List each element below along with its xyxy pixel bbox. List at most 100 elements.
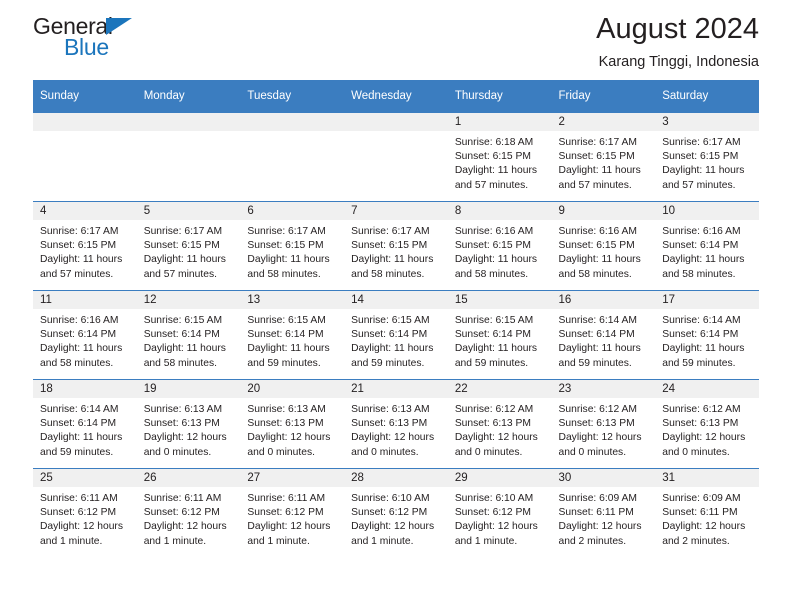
day-detail-line: Daylight: 11 hours xyxy=(454,165,538,177)
day-number: 5 xyxy=(136,202,241,220)
calendar-day-cell[interactable]: 26 Sunrise: 6:11 AM Sunset: 6:12 PM Dayligh… xyxy=(136,468,241,557)
calendar-day-cell[interactable]: 25 Sunrise: 6:11 AM Sunset: 6:12 PM Dayligh… xyxy=(33,468,137,557)
day-number: 2 xyxy=(551,113,656,131)
day-detail-line: Sunrise: 6:11 AM xyxy=(247,493,326,504)
day-detail-line: and 1 minute. xyxy=(247,535,310,547)
day-detail-line: Sunrise: 6:13 AM xyxy=(351,404,430,415)
day-detail-line: Sunrise: 6:12 AM xyxy=(662,404,741,415)
calendar-day-cell[interactable]: 30 Sunrise: 6:09 AM Sunset: 6:11 PM Dayligh… xyxy=(551,468,656,557)
day-number xyxy=(240,113,345,131)
weekday-header-wednesday: Wednesday xyxy=(344,80,448,112)
day-detail-line: Sunset: 6:15 PM xyxy=(454,240,531,252)
calendar-day-cell[interactable]: 18 Sunrise: 6:14 AM Sunset: 6:14 PM Dayligh… xyxy=(33,379,137,468)
calendar-day-cell-empty xyxy=(136,112,241,201)
day-number: 31 xyxy=(655,469,759,487)
day-details: Sunrise: 6:09 AM Sunset: 6:11 PM Daylight:… xyxy=(552,487,656,549)
calendar-day-cell[interactable]: 24 Sunrise: 6:12 AM Sunset: 6:13 PM Dayligh… xyxy=(655,379,759,468)
calendar-day-cell[interactable]: 31 Sunrise: 6:09 AM Sunset: 6:11 PM Dayligh… xyxy=(655,468,759,557)
day-detail-line: and 57 minutes. xyxy=(454,179,529,191)
calendar-day-cell[interactable]: 13 Sunrise: 6:15 AM Sunset: 6:14 PM Dayligh… xyxy=(240,290,345,379)
day-detail-line: Sunset: 6:11 PM xyxy=(558,507,634,519)
day-detail-line: Sunrise: 6:17 AM xyxy=(351,226,430,237)
calendar-day-cell[interactable]: 12 Sunrise: 6:15 AM Sunset: 6:14 PM Dayligh… xyxy=(136,290,241,379)
calendar-day-cell[interactable]: 5 Sunrise: 6:17 AM Sunset: 6:15 PM Daylight… xyxy=(136,201,241,290)
day-detail-line: Daylight: 12 hours xyxy=(247,521,331,533)
day-detail-line: Daylight: 12 hours xyxy=(558,432,642,444)
day-number xyxy=(136,113,241,131)
triangle-icon xyxy=(106,18,132,35)
day-number: 1 xyxy=(447,113,552,131)
day-detail-line: Daylight: 11 hours xyxy=(247,343,330,355)
day-details: Sunrise: 6:14 AM Sunset: 6:14 PM Daylight:… xyxy=(655,309,759,371)
day-detail-line: Sunrise: 6:09 AM xyxy=(662,493,741,504)
calendar-day-cell[interactable]: 16 Sunrise: 6:14 AM Sunset: 6:14 PM Dayligh… xyxy=(551,290,656,379)
calendar-day-cell[interactable]: 20 Sunrise: 6:13 AM Sunset: 6:13 PM Dayligh… xyxy=(240,379,345,468)
calendar-day-cell[interactable]: 22 Sunrise: 6:12 AM Sunset: 6:13 PM Dayligh… xyxy=(447,379,552,468)
day-details: Sunrise: 6:17 AM Sunset: 6:15 PM Daylight:… xyxy=(552,131,656,193)
day-detail-line: Daylight: 11 hours xyxy=(662,254,745,266)
day-number: 13 xyxy=(240,291,345,309)
calendar-day-cell[interactable]: 28 Sunrise: 6:10 AM Sunset: 6:12 PM Dayligh… xyxy=(344,468,448,557)
calendar-day-cell[interactable]: 27 Sunrise: 6:11 AM Sunset: 6:12 PM Dayligh… xyxy=(240,468,345,557)
day-details: Sunrise: 6:17 AM Sunset: 6:15 PM Daylight:… xyxy=(655,131,759,193)
day-detail-line: Sunset: 6:12 PM xyxy=(247,507,324,519)
day-detail-line: Sunrise: 6:17 AM xyxy=(662,137,741,148)
day-detail-line: Sunrise: 6:18 AM xyxy=(454,137,534,148)
calendar-day-cell[interactable]: 14 Sunrise: 6:15 AM Sunset: 6:14 PM Dayligh… xyxy=(344,290,448,379)
day-detail-line: Sunrise: 6:13 AM xyxy=(143,404,223,415)
day-detail-line: Sunset: 6:15 PM xyxy=(143,240,220,252)
calendar-day-cell[interactable]: 21 Sunrise: 6:13 AM Sunset: 6:13 PM Dayligh… xyxy=(344,379,448,468)
day-detail-line: and 0 minutes. xyxy=(143,446,212,458)
day-detail-line: and 59 minutes. xyxy=(40,446,114,458)
day-number: 9 xyxy=(551,202,656,220)
calendar-day-cell[interactable]: 29 Sunrise: 6:10 AM Sunset: 6:12 PM Dayligh… xyxy=(447,468,552,557)
day-details: Sunrise: 6:16 AM Sunset: 6:14 PM Daylight:… xyxy=(655,220,759,282)
day-number: 6 xyxy=(240,202,345,220)
day-detail-line: Sunset: 6:15 PM xyxy=(247,240,324,252)
calendar-day-cell[interactable]: 2 Sunrise: 6:17 AM Sunset: 6:15 PM Daylight… xyxy=(551,112,656,201)
calendar-day-cell[interactable]: 10 Sunrise: 6:16 AM Sunset: 6:14 PM Dayligh… xyxy=(655,201,759,290)
day-detail-line: Sunrise: 6:10 AM xyxy=(454,493,534,504)
day-details: Sunrise: 6:13 AM Sunset: 6:13 PM Daylight:… xyxy=(344,398,448,460)
calendar-day-cell[interactable]: 19 Sunrise: 6:13 AM Sunset: 6:13 PM Dayligh… xyxy=(136,379,241,468)
day-details: Sunrise: 6:11 AM Sunset: 6:12 PM Daylight:… xyxy=(137,487,241,549)
day-details: Sunrise: 6:17 AM Sunset: 6:15 PM Daylight:… xyxy=(240,220,344,282)
calendar-day-cell[interactable]: 11 Sunrise: 6:16 AM Sunset: 6:14 PM Dayligh… xyxy=(33,290,137,379)
day-detail-line: Sunset: 6:13 PM xyxy=(558,418,635,430)
calendar-day-cell[interactable]: 9 Sunrise: 6:16 AM Sunset: 6:15 PM Daylight… xyxy=(551,201,656,290)
day-number: 14 xyxy=(344,291,448,309)
day-detail-line: and 59 minutes. xyxy=(558,357,632,369)
calendar-day-cell[interactable]: 3 Sunrise: 6:17 AM Sunset: 6:15 PM Daylight… xyxy=(655,112,759,201)
calendar-day-cell[interactable]: 7 Sunrise: 6:17 AM Sunset: 6:15 PM Daylight… xyxy=(344,201,448,290)
day-number: 19 xyxy=(136,380,241,398)
day-detail-line: Sunrise: 6:16 AM xyxy=(558,226,637,237)
calendar-day-cell[interactable]: 23 Sunrise: 6:12 AM Sunset: 6:13 PM Dayligh… xyxy=(551,379,656,468)
day-details xyxy=(344,131,448,136)
day-details xyxy=(33,131,137,136)
calendar-day-cell[interactable]: 8 Sunrise: 6:16 AM Sunset: 6:15 PM Daylight… xyxy=(447,201,552,290)
calendar-day-cell[interactable]: 4 Sunrise: 6:17 AM Sunset: 6:15 PM Daylight… xyxy=(33,201,137,290)
day-detail-line: Sunset: 6:13 PM xyxy=(143,418,220,430)
calendar-week-row: 1 Sunrise: 6:18 AM Sunset: 6:15 PM Daylight… xyxy=(33,112,759,201)
day-detail-line: Daylight: 12 hours xyxy=(662,521,746,533)
weekday-header-sunday: Sunday xyxy=(33,80,137,112)
day-detail-line: and 58 minutes. xyxy=(558,268,632,280)
day-detail-line: Daylight: 12 hours xyxy=(662,432,746,444)
day-number: 26 xyxy=(136,469,241,487)
calendar-day-cell[interactable]: 17 Sunrise: 6:14 AM Sunset: 6:14 PM Dayligh… xyxy=(655,290,759,379)
day-details: Sunrise: 6:12 AM Sunset: 6:13 PM Daylight:… xyxy=(655,398,759,460)
calendar-day-cell[interactable]: 1 Sunrise: 6:18 AM Sunset: 6:15 PM Daylight… xyxy=(447,112,552,201)
calendar-day-cell-empty xyxy=(33,112,137,201)
weekday-header-row: Sunday Monday Tuesday Wednesday Thursday Frid… xyxy=(33,80,759,112)
calendar-day-cell[interactable]: 15 Sunrise: 6:15 AM Sunset: 6:14 PM Dayligh… xyxy=(447,290,552,379)
day-detail-line: Sunset: 6:14 PM xyxy=(40,418,117,430)
calendar-day-cell[interactable]: 6 Sunrise: 6:17 AM Sunset: 6:15 PM Daylight… xyxy=(240,201,345,290)
day-details: Sunrise: 6:13 AM Sunset: 6:13 PM Daylight:… xyxy=(240,398,344,460)
general-blue-logo[interactable]: General Blue xyxy=(33,14,153,62)
day-detail-line: and 1 minute. xyxy=(351,535,414,547)
day-detail-line: Daylight: 12 hours xyxy=(143,432,227,444)
day-detail-line: Daylight: 11 hours xyxy=(558,165,641,177)
day-detail-line: Sunset: 6:14 PM xyxy=(247,329,324,341)
calendar-day-cell-empty xyxy=(344,112,448,201)
day-details: Sunrise: 6:16 AM Sunset: 6:15 PM Daylight:… xyxy=(552,220,656,282)
